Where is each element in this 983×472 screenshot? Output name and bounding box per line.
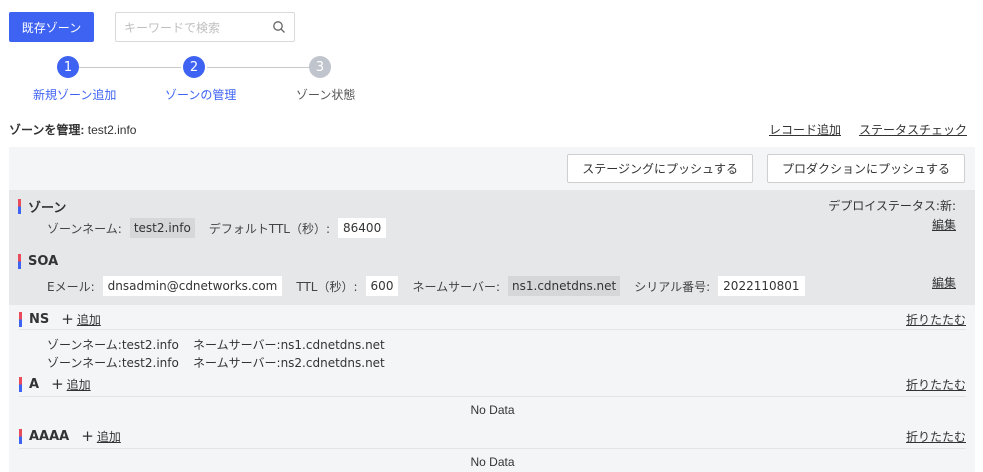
soa-section-title: SOA: [18, 254, 58, 269]
zone-section-title: ゾーン: [18, 197, 66, 216]
a-record-name: A: [29, 376, 40, 392]
aaaa-collapse-link[interactable]: 折りたたむ: [906, 428, 966, 445]
records-area: NS + 追加 折りたたむ ゾーンネーム:test2.info ネームサーバー:…: [9, 305, 975, 472]
page-title-prefix: ゾーンを管理:: [9, 123, 85, 137]
step-3-label: ゾーン状態: [296, 88, 356, 102]
soa-fields: Eメール: dnsadmin@cdnetworks.com TTL（秒）: 60…: [47, 276, 819, 296]
step-2-label: ゾーンの管理: [165, 88, 237, 102]
ns-add-button[interactable]: + 追加: [61, 310, 101, 328]
deploy-status: デプロイステータス:新:: [828, 199, 956, 213]
search-icon[interactable]: [272, 20, 286, 34]
soa-title-text: SOA: [28, 254, 59, 269]
header-links: レコード追加 ステータスチェック: [769, 121, 967, 138]
plus-icon: +: [51, 375, 64, 393]
email-value: dnsadmin@cdnetworks.com: [102, 276, 283, 296]
ns-record-row: ゾーンネーム:test2.info ネームサーバー:ns1.cdnetdns.n…: [47, 336, 385, 353]
search-placeholder: キーワードで検索: [124, 20, 221, 35]
section-marker: [18, 199, 21, 214]
step-1-circle: 1: [57, 56, 79, 78]
status-check-link[interactable]: ステータスチェック: [859, 121, 967, 138]
section-marker: [19, 376, 22, 392]
divider: [19, 329, 966, 330]
a-collapse-link[interactable]: 折りたたむ: [906, 376, 966, 393]
default-ttl-value: 86400: [338, 218, 387, 238]
ns-record-header: NS + 追加 折りたたむ: [19, 310, 966, 328]
default-ttl-label: デフォルトTTL（秒）:: [208, 221, 331, 236]
serial-value: 2022110801: [718, 276, 805, 296]
ns-record-row: ゾーンネーム:test2.info ネームサーバー:ns2.cdnetdns.n…: [47, 354, 385, 371]
divider: [19, 396, 966, 397]
step-connector: [79, 67, 181, 68]
ns-row-zone: ゾーンネーム:test2.info: [47, 338, 179, 352]
zone-name-label: ゾーンネーム:: [47, 221, 122, 236]
aaaa-add-button[interactable]: + 追加: [81, 427, 121, 445]
step-2-circle: 2: [183, 56, 205, 78]
section-marker: [19, 311, 22, 327]
plus-icon: +: [61, 310, 74, 328]
aaaa-record-name: AAAA: [29, 428, 70, 444]
ns-row-zone: ゾーンネーム:test2.info: [47, 356, 179, 370]
page-title: ゾーンを管理: test2.info: [9, 121, 136, 138]
aaaa-no-data: No Data: [470, 455, 515, 469]
search-input[interactable]: キーワードで検索: [115, 12, 295, 42]
plus-icon: +: [81, 427, 94, 445]
a-record-header: A + 追加 折りたたむ: [19, 375, 966, 393]
nameserver-label: ネームサーバー:: [412, 279, 501, 294]
zone-edit-link[interactable]: 編集: [932, 216, 956, 233]
section-marker: [19, 428, 22, 444]
zone-panel: ステージングにプッシュする プロダクションにプッシュする ゾーン デプロイステー…: [9, 147, 975, 472]
existing-zone-button[interactable]: 既存ゾーン: [9, 12, 94, 42]
aaaa-record-header: AAAA + 追加 折りたたむ: [19, 427, 966, 445]
toolbar: 既存ゾーン キーワードで検索: [9, 12, 295, 42]
ns-row-server: ネームサーバー:ns2.cdnetdns.net: [193, 356, 385, 370]
ns-record-name: NS: [29, 311, 50, 327]
zone-fields: ゾーンネーム: test2.info デフォルトTTL（秒）: 86400: [47, 218, 400, 238]
zone-title-text: ゾーン: [28, 201, 67, 216]
zone-section: ゾーン デプロイステータス:新: ゾーンネーム: test2.info デフォル…: [9, 190, 975, 305]
section-marker: [18, 254, 21, 269]
soa-ttl-value: 600: [365, 276, 399, 296]
email-label: Eメール:: [47, 279, 95, 294]
a-no-data: No Data: [470, 403, 515, 417]
a-add-label: 追加: [66, 377, 91, 392]
push-staging-button[interactable]: ステージングにプッシュする: [567, 154, 753, 183]
divider: [19, 448, 966, 449]
soa-edit-link[interactable]: 編集: [932, 274, 956, 291]
a-add-button[interactable]: + 追加: [51, 375, 91, 393]
step-connector: [207, 67, 309, 68]
push-buttons: ステージングにプッシュする プロダクションにプッシュする: [567, 154, 965, 183]
step-3-circle: 3: [309, 56, 331, 78]
serial-label: シリアル番号:: [634, 279, 711, 294]
page-title-zone: test2.info: [87, 123, 137, 137]
nameserver-value: ns1.cdnetdns.net: [508, 276, 621, 296]
soa-ttl-label: TTL（秒）:: [296, 279, 358, 294]
ns-row-server: ネームサーバー:ns1.cdnetdns.net: [193, 338, 385, 352]
step-1-label: 新規ゾーン追加: [33, 88, 117, 102]
ns-add-label: 追加: [76, 312, 101, 327]
zone-name-value: test2.info: [129, 218, 195, 238]
add-record-link[interactable]: レコード追加: [769, 121, 841, 138]
ns-collapse-link[interactable]: 折りたたむ: [906, 311, 966, 328]
aaaa-add-label: 追加: [96, 429, 121, 444]
push-production-button[interactable]: プロダクションにプッシュする: [766, 154, 965, 183]
